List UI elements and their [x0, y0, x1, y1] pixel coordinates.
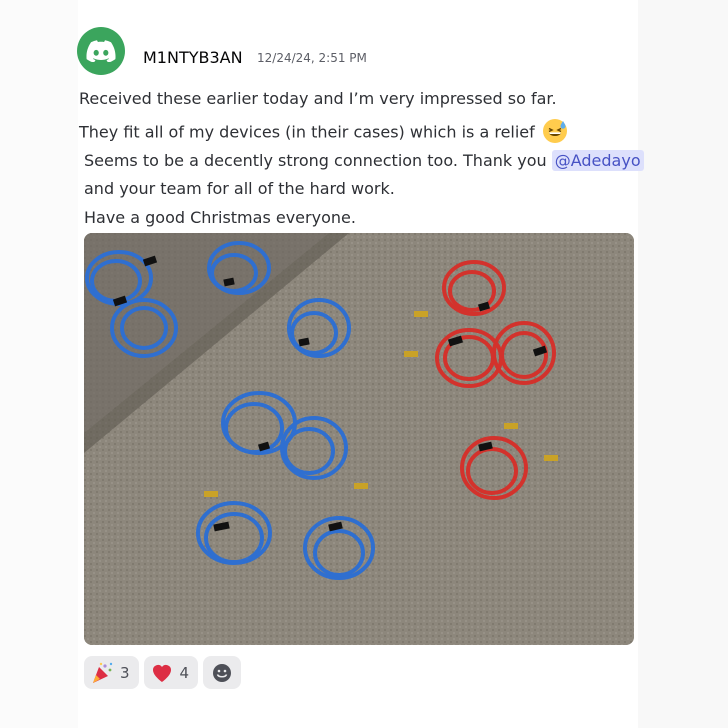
user-mention[interactable]: @Adedayo [551, 150, 644, 171]
message-line: Seems to be a decently strong connection… [84, 150, 644, 171]
reaction-bar: 3 4 [84, 656, 242, 689]
message-line: They fit all of my devices (in their cas… [79, 118, 568, 148]
red-heart-icon [152, 664, 171, 682]
right-margin [638, 0, 728, 728]
discord-logo-icon [86, 40, 116, 62]
image-attachment[interactable] [84, 233, 634, 645]
reaction-party-popper[interactable]: 3 [84, 656, 139, 689]
message-text: They fit all of my devices (in their cas… [79, 122, 535, 142]
add-reaction-button[interactable] [203, 656, 242, 689]
reaction-count: 3 [120, 663, 130, 682]
party-popper-icon [93, 662, 113, 683]
sweat-smile-icon [542, 118, 568, 148]
timestamp[interactable]: 12/24/24, 2:51 PM [257, 51, 367, 65]
avatar[interactable] [77, 27, 125, 75]
message-text: Seems to be a decently strong connection… [84, 151, 552, 170]
message-line: Received these earlier today and I’m ver… [79, 89, 557, 108]
reaction-count: 4 [179, 663, 190, 682]
username[interactable]: M1NTYB3AN [143, 48, 243, 67]
photo-cables-on-carpet [84, 233, 634, 645]
message-line: Have a good Christmas everyone. [84, 208, 356, 227]
message-line: and your team for all of the hard work. [84, 179, 395, 198]
add-reaction-icon [213, 663, 232, 682]
left-margin [0, 0, 78, 728]
reaction-heart[interactable]: 4 [143, 656, 199, 689]
